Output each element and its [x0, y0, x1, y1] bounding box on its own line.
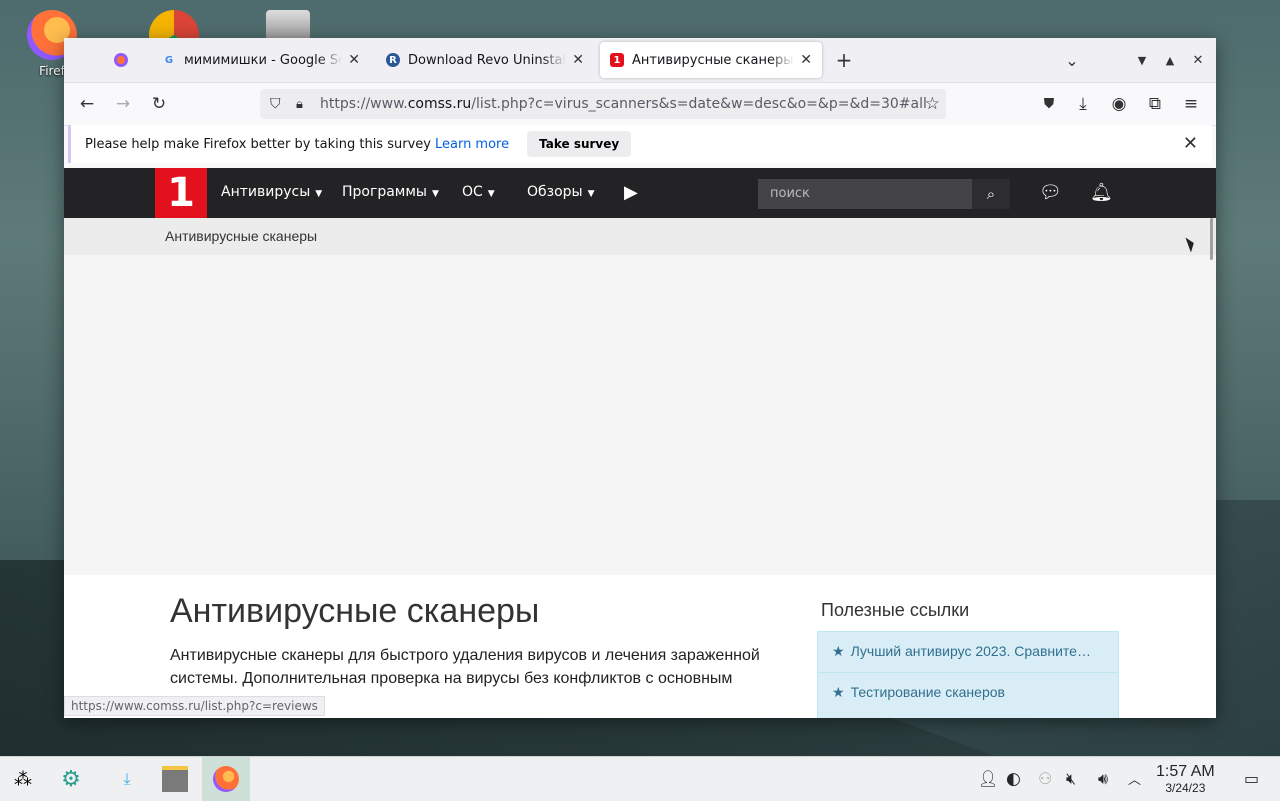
firefox-icon [114, 53, 128, 67]
url-prefix: https://www. [320, 96, 408, 112]
close-notification-icon[interactable]: ✕ [1183, 133, 1198, 154]
maximize-button[interactable]: ▲ [1156, 46, 1184, 74]
firefox-window: G мимимишки - Google Search ✕ R Download… [64, 38, 1216, 718]
system-clock[interactable]: 1:57 AM 3/24/23 [1156, 763, 1215, 795]
pocket-icon[interactable]: ⛊ [1036, 91, 1062, 117]
menu-label: ОС [462, 184, 483, 200]
star-icon: ★ [832, 643, 845, 659]
installer-icon [266, 10, 310, 40]
comss-logo[interactable]: 1 [155, 168, 207, 218]
divider [818, 672, 1118, 673]
breadcrumb-current[interactable]: Антивирусные сканеры [165, 228, 317, 244]
tab-comss-active[interactable]: 1 Антивирусные сканеры - Comss.ru ✕ [600, 42, 822, 78]
file-manager-icon[interactable] [158, 763, 192, 795]
caret-down-icon: ▼ [487, 189, 495, 199]
lock-icon[interactable]: 🔒︎ [296, 97, 303, 112]
bookmark-star-icon[interactable]: ☆ [925, 94, 940, 114]
accessibility-icon[interactable]: ⚇ [1038, 769, 1052, 788]
google-icon: G [164, 54, 174, 66]
learn-more-link[interactable]: Learn more [435, 137, 509, 152]
firefox-icon [213, 766, 239, 792]
menu-label: Обзоры [527, 184, 583, 200]
nav-toolbar: ← → ↻ ⛉ 🔒︎ https://www.comss.ru/list.php… [64, 83, 1216, 126]
close-tab-icon[interactable]: ✕ [348, 52, 360, 68]
useful-links-box: ★ Лучший антивирус 2023. Сравните… ★ Тести… [817, 631, 1119, 718]
tab-title: мимимишки - Google Search [184, 52, 343, 68]
revo-icon: R [386, 53, 400, 67]
tab-google-search[interactable]: G мимимишки - Google Search ✕ [152, 42, 370, 78]
tray-expand-chevron-icon[interactable]: ︿ [1128, 769, 1141, 788]
web-page: 1 Антивирусы ▼ Программы ▼ ОС ▼ Обзоры ▼ ▶ п… [64, 168, 1216, 718]
page-scrollbar[interactable] [1210, 218, 1213, 260]
sidebar-title: Полезные ссылки [821, 600, 970, 620]
menu-label: Антивирусы [221, 184, 311, 200]
menu-label: Программы [342, 184, 427, 200]
tab-pinned-firefox[interactable] [104, 42, 144, 78]
menu-programs[interactable]: Программы ▼ [342, 184, 439, 200]
comments-icon[interactable]: 💬︎ [1039, 182, 1062, 203]
notification-message: Please help make Firefox better by takin… [85, 136, 431, 152]
tab-strip: G мимимишки - Google Search ✕ R Download… [64, 38, 1216, 83]
clock-time: 1:57 AM [1156, 763, 1215, 780]
ad-placeholder [64, 255, 1216, 575]
play-icon[interactable]: ▶ [624, 182, 638, 203]
minimize-button[interactable]: ▼ [1128, 46, 1156, 74]
user-icon[interactable]: 👤︎ [978, 769, 998, 788]
notification-text: Please help make Firefox better by takin… [85, 137, 509, 152]
new-tab-button[interactable]: + [830, 46, 858, 74]
tab-title: Download Revo Uninstaller [408, 52, 567, 68]
url-text: https://www.comss.ru/list.php?c=virus_sc… [320, 96, 927, 112]
app-launcher-icon[interactable]: ⁂ [6, 763, 40, 795]
url-host: comss.ru [407, 96, 472, 112]
shield-icon[interactable]: ⛉ [270, 96, 281, 112]
url-path: /list.php?c=virus_scanners&s=date&w=desc… [471, 96, 927, 112]
caret-down-icon: ▼ [587, 189, 595, 199]
status-link-preview: https://www.comss.ru/list.php?c=reviews [64, 696, 325, 716]
useful-link-best-antivirus[interactable]: ★ Лучший антивирус 2023. Сравните… [832, 643, 1091, 660]
mute-icon[interactable]: 🔇︎ [1066, 769, 1076, 789]
tab-revo[interactable]: R Download Revo Uninstaller ✕ [376, 42, 594, 78]
settings-gear-icon[interactable]: ⚙ [54, 763, 88, 795]
caret-down-icon: ▼ [431, 189, 439, 199]
discover-download-icon[interactable]: ⤓ [110, 763, 144, 795]
breadcrumb: Антивирусные сканеры [64, 218, 1216, 255]
back-arrow-icon[interactable]: ← [74, 91, 100, 117]
link-label: Тестирование сканеров [850, 684, 1005, 700]
url-bar[interactable]: ⛉ 🔒︎ https://www.comss.ru/list.php?c=vir… [260, 89, 946, 119]
tab-title: Антивирусные сканеры - Comss.ru [632, 52, 794, 68]
downloads-icon[interactable]: ⤓ [1070, 91, 1096, 117]
account-icon[interactable]: ◉ [1106, 91, 1132, 117]
link-label: Лучший антивирус 2023. Сравните… [850, 643, 1091, 659]
taskbar: ⁂ ⚙ ⤓ 👤︎ ◐ ⚇ 🔇︎ 🔊︎ ︿ 1:57 AM 3/24/23 ▭ [0, 756, 1280, 801]
list-tabs-chevron-icon[interactable]: ⌄ [1058, 46, 1086, 74]
extensions-icon[interactable]: ⧉ [1142, 91, 1168, 117]
folder-icon [162, 766, 188, 792]
search-icon[interactable]: ⌕ [972, 179, 1010, 209]
color-palette-icon[interactable]: ◐ [1006, 769, 1021, 789]
caret-down-icon: ▼ [315, 189, 323, 199]
menu-reviews[interactable]: Обзоры ▼ [527, 184, 595, 200]
show-desktop-icon[interactable]: ▭ [1244, 769, 1259, 788]
close-tab-icon[interactable]: ✕ [572, 52, 584, 68]
take-survey-button[interactable]: Take survey [527, 131, 632, 157]
firefox-task-icon[interactable] [209, 763, 243, 795]
page-title: Антивирусные сканеры [170, 592, 540, 630]
survey-notification-bar: Please help make Firefox better by takin… [68, 125, 1212, 163]
menu-os[interactable]: ОС ▼ [462, 184, 495, 200]
menu-antivirus[interactable]: Антивирусы ▼ [221, 184, 322, 200]
star-icon: ★ [832, 684, 845, 700]
comss-icon: 1 [610, 53, 624, 67]
bell-icon[interactable]: 🔔︎ [1090, 182, 1113, 203]
site-search-input[interactable]: поиск [758, 179, 972, 209]
forward-arrow-icon[interactable]: → [110, 91, 136, 117]
clock-date: 3/24/23 [1165, 781, 1206, 795]
volume-icon[interactable]: 🔊︎ [1098, 769, 1108, 789]
reload-icon[interactable]: ↻ [146, 91, 172, 117]
site-navbar: 1 Антивирусы ▼ Программы ▼ ОС ▼ Обзоры ▼ ▶ п… [64, 168, 1216, 218]
close-window-button[interactable]: ✕ [1184, 46, 1212, 74]
useful-link-scanner-tests[interactable]: ★ Тестирование сканеров [832, 684, 1005, 701]
menu-hamburger-icon[interactable]: ≡ [1178, 91, 1204, 117]
close-tab-icon[interactable]: ✕ [800, 52, 812, 68]
